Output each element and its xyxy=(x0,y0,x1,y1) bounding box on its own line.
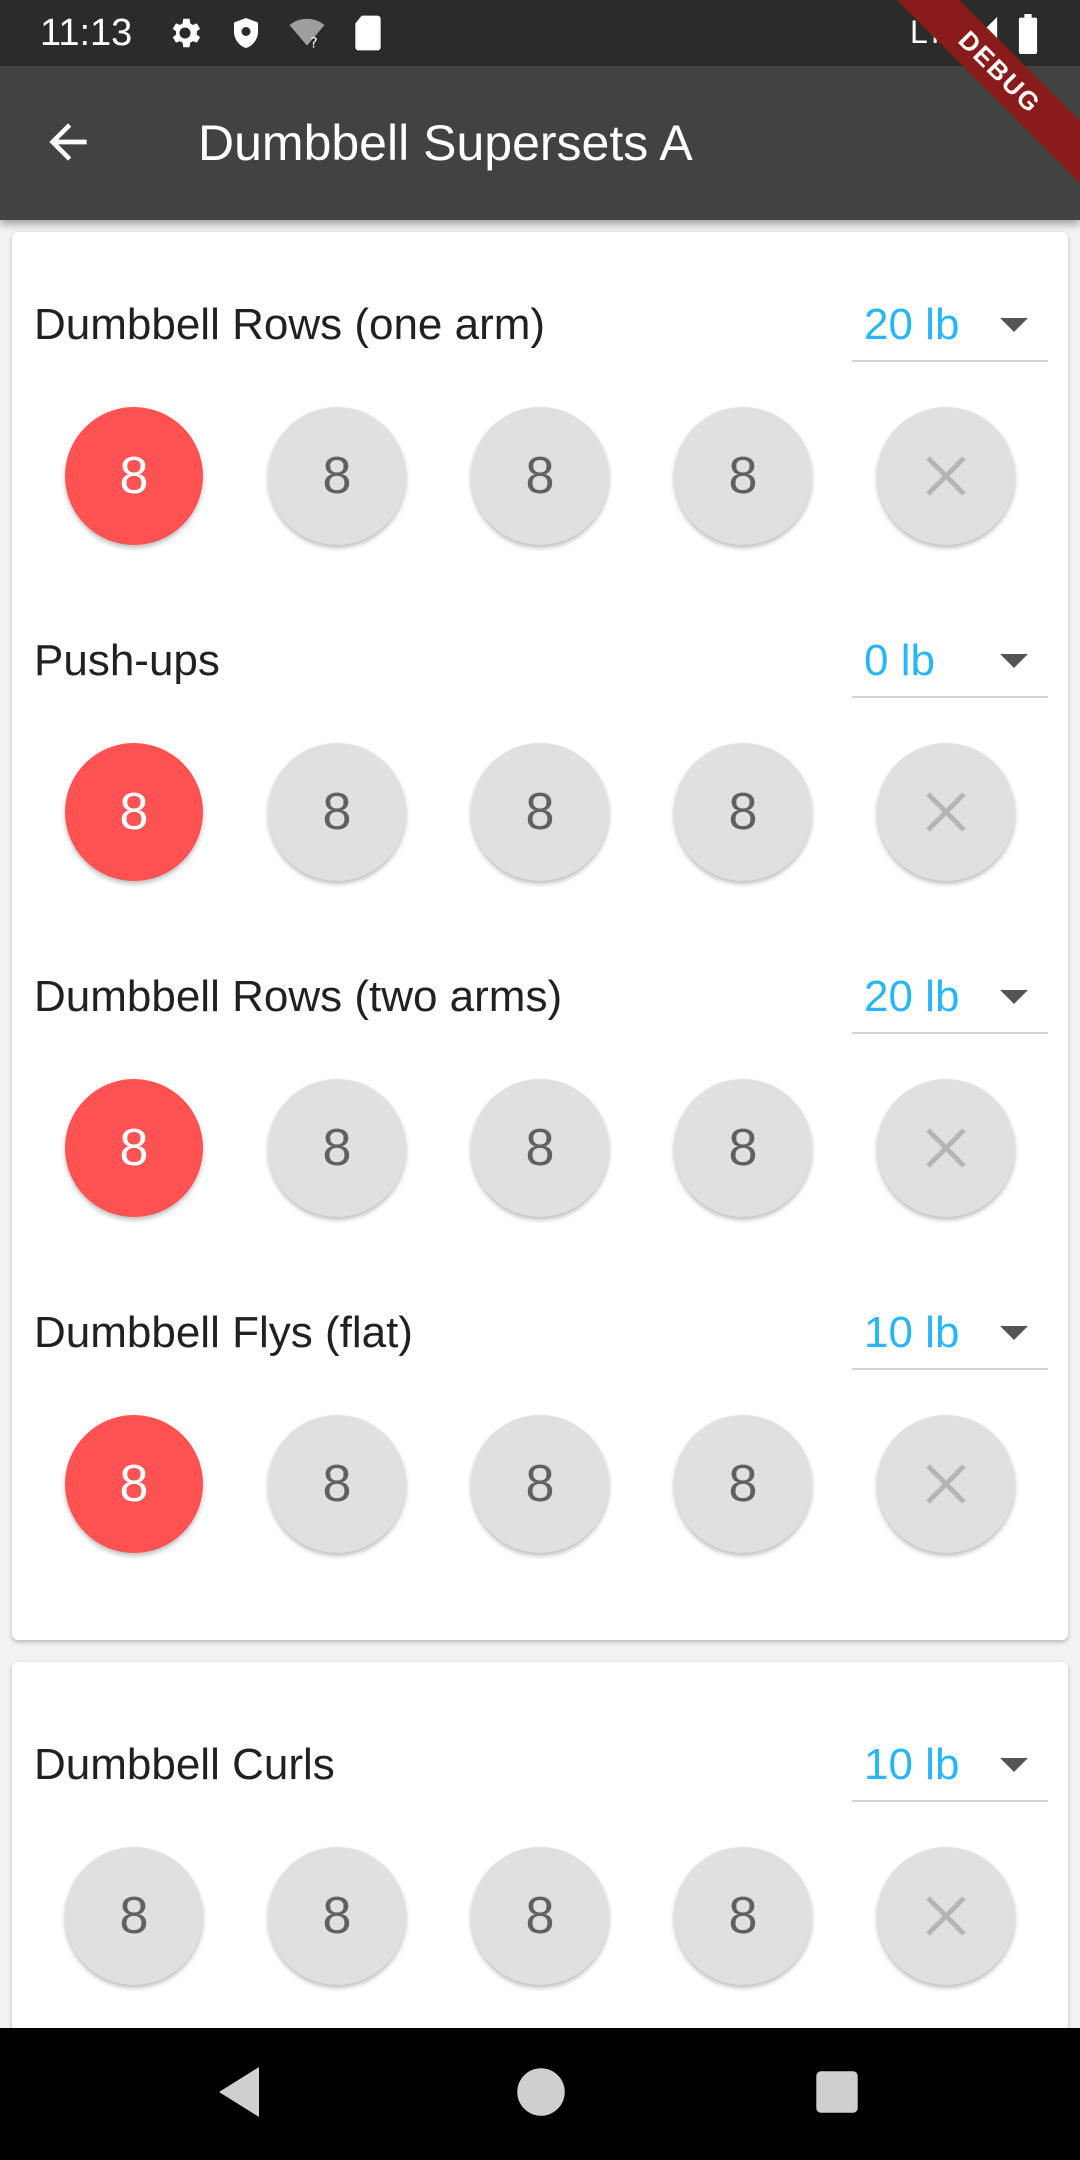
remove-set-button[interactable] xyxy=(877,1847,1015,1985)
home-circle-icon xyxy=(517,2068,565,2116)
exercise-name: Dumbbell Flys (flat) xyxy=(34,1308,413,1357)
dropdown-arrow-icon xyxy=(1000,1758,1028,1772)
close-icon xyxy=(926,1464,966,1504)
weight-value: 20 lb xyxy=(864,300,960,349)
arrow-back-icon xyxy=(49,123,87,161)
rep-button[interactable]: 8 xyxy=(268,1079,406,1217)
rep-button[interactable]: 8 xyxy=(65,1079,203,1217)
exercise-name: Dumbbell Curls xyxy=(34,1740,335,1789)
rep-button[interactable]: 8 xyxy=(674,1079,812,1217)
shield-icon xyxy=(228,14,264,57)
remove-set-button[interactable] xyxy=(877,743,1015,881)
exercise-row: Push-ups 0 lb 8 8 8 8 xyxy=(12,568,1068,904)
rep-button[interactable]: 8 xyxy=(471,743,609,881)
rep-button[interactable]: 8 xyxy=(674,1847,812,1985)
exercise-row: Dumbbell Curls 10 lb 8 8 8 8 xyxy=(12,1672,1068,2008)
rep-button[interactable]: 8 xyxy=(674,1415,812,1553)
rep-button[interactable]: 8 xyxy=(471,1079,609,1217)
exercise-name: Dumbbell Rows (one arm) xyxy=(34,300,546,349)
back-triangle-icon xyxy=(219,2067,259,2117)
rep-button[interactable]: 8 xyxy=(65,1415,203,1553)
weight-dropdown[interactable]: 20 lb xyxy=(852,952,1048,1034)
app-bar: Dumbbell Supersets A xyxy=(0,66,1080,220)
rep-button[interactable]: 8 xyxy=(65,407,203,545)
close-icon xyxy=(926,1896,966,1936)
rep-button[interactable]: 8 xyxy=(471,1415,609,1553)
weight-value: 20 lb xyxy=(864,972,960,1021)
weight-dropdown[interactable]: 20 lb xyxy=(852,280,1048,362)
rep-button[interactable]: 8 xyxy=(674,407,812,545)
settings-icon xyxy=(166,14,204,57)
weight-value: 10 lb xyxy=(864,1740,960,1789)
back-button[interactable] xyxy=(40,114,112,174)
remove-set-button[interactable] xyxy=(877,407,1015,545)
nav-recents-button[interactable] xyxy=(814,2062,860,2127)
exercise-row: Dumbbell Rows (two arms) 20 lb 8 8 8 8 xyxy=(12,904,1068,1240)
rep-button[interactable]: 8 xyxy=(268,407,406,545)
status-time: 11:13 xyxy=(40,12,133,54)
superset-card: Dumbbell Rows (one arm) 20 lb 8 8 8 8 Pu… xyxy=(12,232,1068,1640)
page-title: Dumbbell Supersets A xyxy=(198,115,693,171)
dropdown-arrow-icon xyxy=(1000,990,1028,1004)
close-icon xyxy=(926,456,966,496)
close-icon xyxy=(926,792,966,832)
exercise-row: Dumbbell Flys (flat) 10 lb 8 8 8 8 xyxy=(12,1240,1068,1576)
exercise-row: Dumbbell Rows (one arm) 20 lb 8 8 8 8 xyxy=(12,232,1068,568)
rep-button[interactable]: 8 xyxy=(674,743,812,881)
weight-dropdown[interactable]: 10 lb xyxy=(852,1720,1048,1802)
rep-button[interactable]: 8 xyxy=(268,1847,406,1985)
weight-value: 10 lb xyxy=(864,1308,960,1357)
rep-button[interactable]: 8 xyxy=(268,743,406,881)
rep-button[interactable]: 8 xyxy=(268,1415,406,1553)
dropdown-arrow-icon xyxy=(1000,1326,1028,1340)
remove-set-button[interactable] xyxy=(877,1079,1015,1217)
sd-card-icon xyxy=(352,14,384,57)
rep-button[interactable]: 8 xyxy=(65,743,203,881)
rep-button[interactable]: 8 xyxy=(471,1847,609,1985)
remove-set-button[interactable] xyxy=(877,1415,1015,1553)
weight-dropdown[interactable]: 10 lb xyxy=(852,1288,1048,1370)
exercise-name: Push-ups xyxy=(34,636,220,685)
nav-back-button[interactable] xyxy=(214,2062,264,2127)
weight-dropdown[interactable]: 0 lb xyxy=(852,616,1048,698)
nav-home-button[interactable] xyxy=(516,2062,566,2127)
battery-icon xyxy=(1016,14,1040,59)
dropdown-arrow-icon xyxy=(1000,654,1028,668)
wifi-question-icon: ? xyxy=(286,14,328,57)
rep-button[interactable]: 8 xyxy=(471,407,609,545)
dropdown-arrow-icon xyxy=(1000,318,1028,332)
svg-text:?: ? xyxy=(310,35,318,51)
weight-value: 0 lb xyxy=(864,636,935,685)
superset-card: Dumbbell Curls 10 lb 8 8 8 8 xyxy=(12,1662,1068,2062)
close-icon xyxy=(926,1128,966,1168)
exercise-name: Dumbbell Rows (two arms) xyxy=(34,972,563,1021)
system-nav-bar xyxy=(0,2028,1080,2160)
rep-button[interactable]: 8 xyxy=(65,1847,203,1985)
recents-square-icon xyxy=(816,2071,858,2113)
